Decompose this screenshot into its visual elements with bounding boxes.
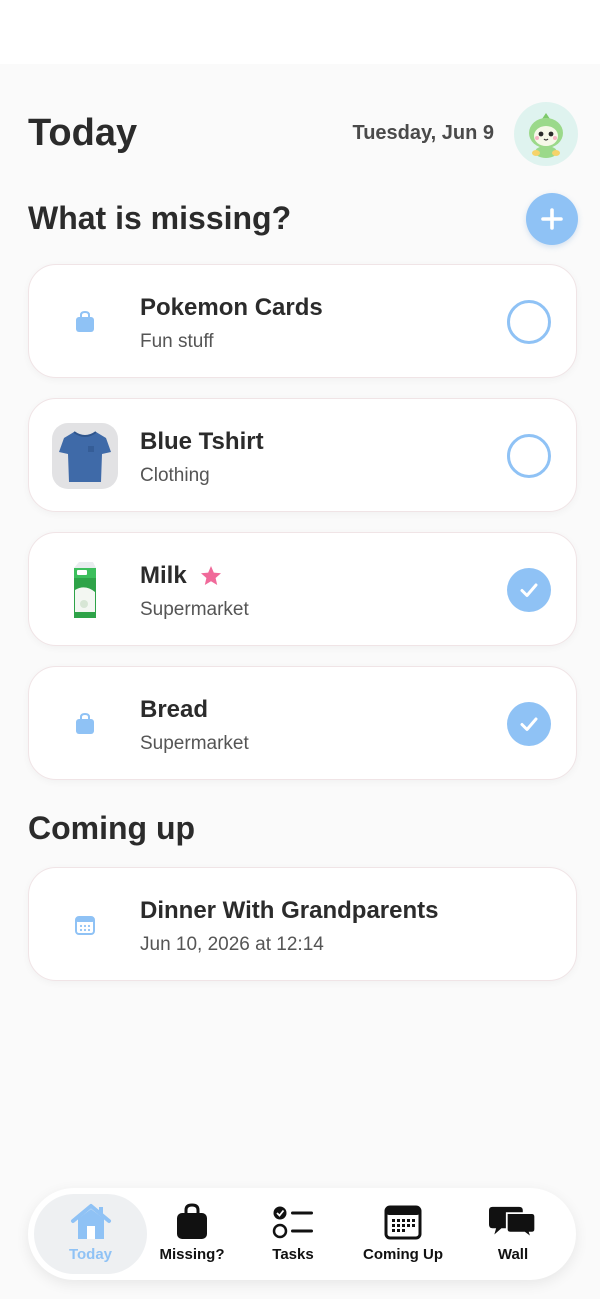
item-checkbox[interactable] <box>507 434 551 478</box>
tab-bar: Today Missing? Tasks Coming Up Wall <box>28 1188 576 1280</box>
item-title: Bread <box>140 696 208 724</box>
item-name: Bread <box>140 696 209 723</box>
item-category: Fun stuff <box>140 331 214 352</box>
tab-label: Coming Up <box>363 1246 443 1263</box>
item-title: Pokemon Cards <box>140 294 323 322</box>
tab-label: Missing? <box>159 1246 225 1263</box>
bag-icon <box>76 310 94 332</box>
event-thumbnail <box>51 891 119 959</box>
missing-item-card[interactable]: Milk Supermarket <box>28 532 577 646</box>
tab-label: Wall <box>497 1246 529 1263</box>
item-name: Pokemon Cards <box>140 294 323 321</box>
tab-label: Today <box>68 1246 113 1263</box>
chat-bubbles-icon <box>489 1206 537 1241</box>
item-thumbnail <box>51 690 119 758</box>
item-thumbnail <box>51 288 119 356</box>
item-category: Clothing <box>140 465 210 486</box>
mascot-icon <box>529 113 563 158</box>
missing-item-card[interactable]: Pokemon Cards Fun stuff <box>28 264 577 378</box>
event-name: Dinner With Grandparents <box>140 897 439 924</box>
tab-missing[interactable]: Missing? <box>152 1194 232 1274</box>
date-label: Tuesday, Jun 9 <box>352 122 494 144</box>
item-category: Supermarket <box>140 599 249 620</box>
tshirt-image <box>59 431 111 482</box>
page-title: Today <box>28 112 138 154</box>
item-thumbnail <box>52 423 118 489</box>
add-item-button[interactable] <box>526 193 578 245</box>
star-icon <box>200 566 221 585</box>
event-datetime: Jun 10, 2026 at 12:14 <box>140 934 324 955</box>
item-name: Blue Tshirt <box>140 428 264 455</box>
item-checkbox[interactable] <box>507 300 551 344</box>
event-title: Dinner With Grandparents <box>140 897 438 925</box>
tab-label: Tasks <box>272 1246 314 1263</box>
tab-tasks[interactable]: Tasks <box>253 1194 333 1274</box>
bag-icon <box>177 1203 207 1239</box>
checkmark-icon <box>520 583 538 597</box>
item-category: Supermarket <box>140 733 249 754</box>
calendar-icon <box>75 916 95 935</box>
tab-today[interactable]: Today <box>34 1194 147 1274</box>
missing-item-card[interactable]: Blue Tshirt Clothing <box>28 398 577 512</box>
calendar-icon <box>384 1205 422 1240</box>
item-title: Blue Tshirt <box>140 428 264 456</box>
bag-icon <box>76 712 94 734</box>
item-checkbox-checked[interactable] <box>507 568 551 612</box>
house-icon <box>70 1204 111 1239</box>
tab-wall[interactable]: Wall <box>473 1194 553 1274</box>
status-bar-area <box>0 0 600 64</box>
item-thumbnail <box>51 556 119 624</box>
tab-coming-up[interactable]: Coming Up <box>353 1194 453 1274</box>
checklist-icon <box>272 1206 313 1239</box>
plus-icon <box>541 208 563 230</box>
missing-section-title: What is missing? <box>28 200 292 236</box>
item-name: Milk <box>140 562 187 589</box>
item-title: Milk <box>140 562 223 590</box>
item-checkbox-checked[interactable] <box>507 702 551 746</box>
missing-item-card[interactable]: Bread Supermarket <box>28 666 577 780</box>
milk-carton-image <box>74 562 96 618</box>
event-card[interactable]: Dinner With Grandparents Jun 10, 2026 at… <box>28 867 577 981</box>
avatar[interactable] <box>514 102 578 166</box>
checkmark-icon <box>520 717 538 731</box>
coming-up-section-title: Coming up <box>28 810 196 846</box>
